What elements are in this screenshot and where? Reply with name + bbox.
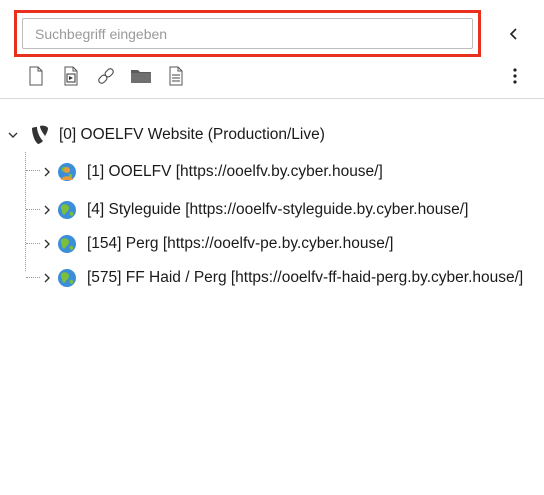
tree-node-label: [1] OOELFV [https://ooelfv.by.cyber.hous… xyxy=(87,163,383,180)
page-tree-panel: [0] OOELFV Website (Production/Live) [1]… xyxy=(0,0,544,495)
more-vertical-icon xyxy=(513,68,517,84)
tree-node-root[interactable]: [0] OOELFV Website (Production/Live) xyxy=(0,118,544,154)
typo3-logo-icon xyxy=(32,125,48,144)
site-globe-user-icon xyxy=(58,163,76,181)
clipboard-button[interactable] xyxy=(164,64,188,88)
tree-node-label: [575] FF Haid / Perg [https://ooelfv-ff-… xyxy=(87,269,524,286)
chevron-right-icon xyxy=(44,273,50,283)
tree-node-575[interactable]: [575] FF Haid / Perg [https://ooelfv-ff-… xyxy=(0,261,544,295)
new-page-template-button[interactable] xyxy=(59,64,83,88)
new-page-icon xyxy=(29,66,43,86)
chevron-right-icon xyxy=(44,167,50,177)
page-tree: [0] OOELFV Website (Production/Live) [1]… xyxy=(0,118,544,295)
collapse-panel-button[interactable] xyxy=(500,20,528,48)
tree-node-label: [0] OOELFV Website (Production/Live) xyxy=(59,126,325,143)
link-page-button[interactable] xyxy=(94,64,118,88)
more-options-button[interactable] xyxy=(503,64,527,88)
site-globe-icon xyxy=(58,269,76,287)
new-folder-button[interactable] xyxy=(129,64,153,88)
search-input[interactable] xyxy=(22,18,473,49)
chevron-left-icon xyxy=(509,28,517,40)
expand-node-toggle[interactable] xyxy=(40,236,54,252)
chevron-right-icon xyxy=(44,205,50,215)
tree-node-4[interactable]: [4] Styleguide [https://ooelfv-styleguid… xyxy=(0,193,544,227)
tree-node-label: [154] Perg [https://ooelfv-pe.by.cyber.h… xyxy=(87,235,394,252)
expand-node-toggle[interactable] xyxy=(40,202,54,218)
folder-icon xyxy=(131,70,151,83)
tree-node-1[interactable]: [1] OOELFV [https://ooelfv.by.cyber.hous… xyxy=(0,154,544,193)
chevron-down-icon xyxy=(8,132,18,138)
link-icon xyxy=(98,68,114,84)
expand-node-toggle[interactable] xyxy=(40,164,54,180)
expand-node-toggle[interactable] xyxy=(40,270,54,286)
new-page-template-icon xyxy=(64,66,78,86)
tree-toolbar xyxy=(0,0,544,99)
tree-node-154[interactable]: [154] Perg [https://ooelfv-pe.by.cyber.h… xyxy=(0,227,544,261)
chevron-right-icon xyxy=(44,239,50,249)
new-page-button[interactable] xyxy=(24,64,48,88)
tree-tool-icons xyxy=(24,64,199,88)
collapse-node-toggle[interactable] xyxy=(6,127,20,143)
clipboard-icon xyxy=(169,66,183,86)
site-globe-icon xyxy=(58,235,76,253)
site-globe-icon xyxy=(58,201,76,219)
tree-node-label: [4] Styleguide [https://ooelfv-styleguid… xyxy=(87,201,469,218)
